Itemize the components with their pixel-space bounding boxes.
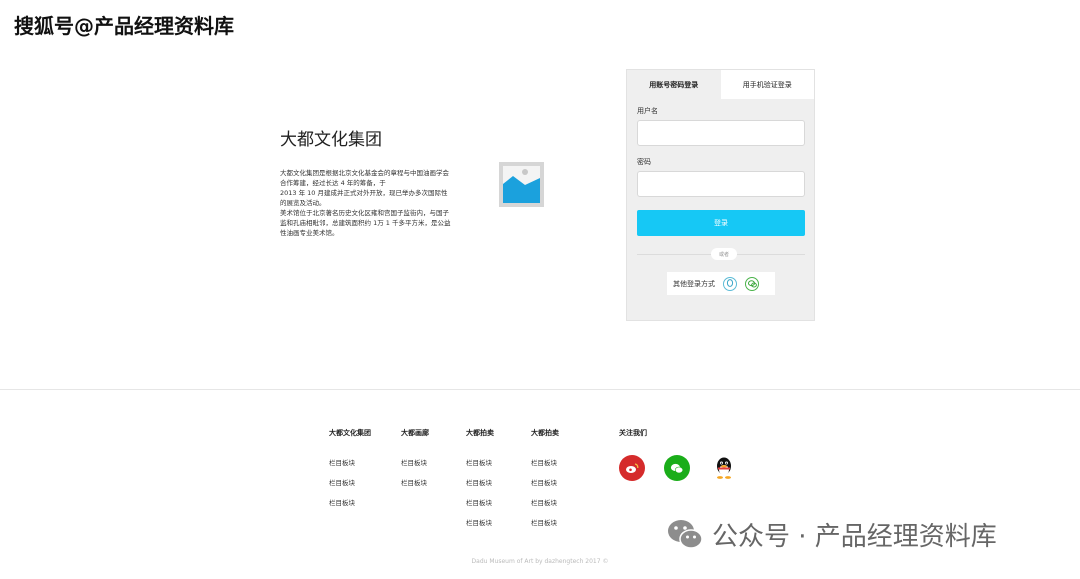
footer-link[interactable]: 栏目板块	[466, 517, 494, 537]
brand-block: 大都文化集团 大都文化集团是根据北京文化基金会的章程与中国油画学会 合作筹建，经…	[280, 125, 480, 238]
username-input[interactable]	[637, 120, 805, 146]
footer-link[interactable]: 栏目板块	[329, 477, 371, 497]
password-input[interactable]	[637, 171, 805, 197]
footer-column: 大都画廊 栏目板块 栏目板块	[401, 428, 429, 497]
other-login-row: 其他登录方式	[667, 272, 775, 295]
footer-link[interactable]: 栏目板块	[466, 477, 494, 497]
tab-password-login[interactable]: 用账号密码登录	[627, 70, 721, 99]
watermark-bottom-text: 公众号 · 产品经理资料库	[712, 522, 997, 552]
tab-sms-login[interactable]: 用手机验证登录	[720, 70, 814, 99]
footer-link[interactable]: 栏目板块	[401, 477, 429, 497]
desc-line: 美术馆位于北京著名历史文化区雍和宫国子监街内，与国子	[280, 209, 449, 217]
login-card: 用账号密码登录 用手机验证登录 用户名 密码 登录 或者 其他登录方式	[626, 69, 815, 321]
footer-link[interactable]: 栏目板块	[401, 457, 429, 477]
footer-link[interactable]: 栏目板块	[531, 457, 559, 477]
desc-line: 性油画专业美术馆。	[280, 229, 339, 237]
footer-column-heading: 大都拍卖	[466, 429, 494, 437]
wechat-login-icon[interactable]	[745, 276, 759, 291]
weibo-icon[interactable]	[619, 455, 645, 481]
watermark-top: 搜狐号@产品经理资料库	[14, 14, 234, 38]
wechat-icon[interactable]	[664, 455, 690, 481]
brand-description: 大都文化集团是根据北京文化基金会的章程与中国油画学会 合作筹建，经过长达 4 年…	[280, 168, 480, 238]
footer-link[interactable]: 栏目板块	[531, 497, 559, 517]
watermark-bottom: 公众号 · 产品经理资料库	[666, 516, 997, 553]
footer-column: 大都文化集团 栏目板块 栏目板块 栏目板块	[329, 428, 371, 517]
footer-link[interactable]: 栏目板块	[329, 497, 371, 517]
divider-label: 或者	[711, 248, 737, 260]
footer-link[interactable]: 栏目板块	[466, 457, 494, 477]
username-label: 用户名	[637, 107, 658, 115]
desc-line: 的展览及活动。	[280, 199, 326, 207]
footer-column: 大都拍卖 栏目板块 栏目板块 栏目板块 栏目板块	[531, 428, 559, 537]
footer-link[interactable]: 栏目板块	[531, 517, 559, 537]
qq-icon[interactable]	[711, 455, 737, 481]
other-login-label: 其他登录方式	[673, 279, 715, 288]
brand-title: 大都文化集团	[280, 130, 382, 150]
footer-column: 大都拍卖 栏目板块 栏目板块 栏目板块 栏目板块	[466, 428, 494, 537]
login-tabs: 用账号密码登录 用手机验证登录	[627, 70, 814, 99]
footer-link[interactable]: 栏目板块	[466, 497, 494, 517]
footer-column-heading: 大都文化集团	[329, 429, 371, 437]
desc-line: 大都文化集团是根据北京文化基金会的章程与中国油画学会	[280, 169, 449, 177]
footer-column-heading: 大都画廊	[401, 429, 429, 437]
footer-link[interactable]: 栏目板块	[329, 457, 371, 477]
wechat-watermark-icon	[668, 519, 703, 549]
qq-login-icon[interactable]	[723, 276, 737, 291]
desc-line: 合作筹建，经过长达 4 年的筹备，于	[280, 179, 386, 187]
social-block: 关注我们	[619, 428, 737, 481]
copyright: Dadu Museum of Art by dazhengtech 2017 ©	[471, 558, 609, 565]
desc-line: 2013 年 10 月建成并正式对外开放，现已举办多次国际性	[280, 189, 448, 197]
desc-line: 监和孔庙相毗邻，总建筑面积约 1万 1 千多平方米，是公益	[280, 219, 451, 227]
password-label: 密码	[637, 158, 651, 166]
image-placeholder-icon	[499, 162, 544, 207]
footer-link[interactable]: 栏目板块	[531, 477, 559, 497]
follow-heading: 关注我们	[619, 429, 647, 437]
login-button[interactable]: 登录	[637, 210, 805, 236]
footer-column-heading: 大都拍卖	[531, 429, 559, 437]
